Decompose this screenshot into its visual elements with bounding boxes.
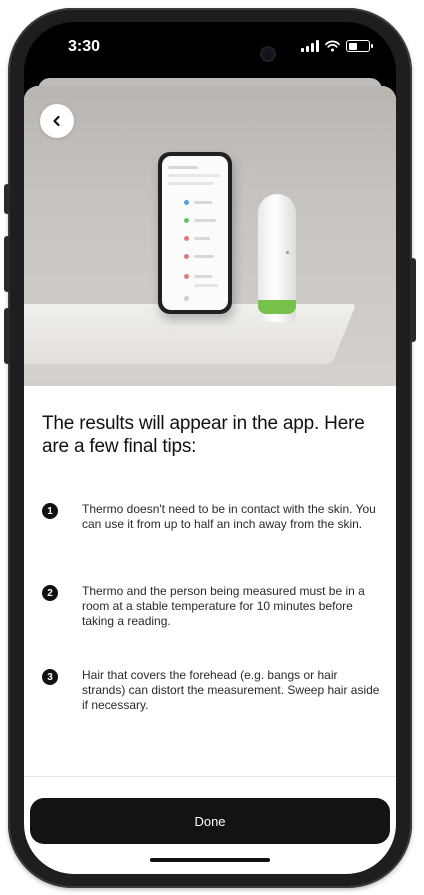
volume-up-button bbox=[4, 236, 10, 292]
mute-switch bbox=[4, 184, 10, 214]
thermo-green-ring bbox=[258, 300, 296, 314]
tip-number-badge: 3 bbox=[42, 669, 58, 685]
footer-divider bbox=[24, 776, 396, 777]
phone-screen: 3:30 The results will appear in the app.… bbox=[24, 22, 396, 874]
status-icons bbox=[301, 40, 373, 52]
app-phone-illustration bbox=[158, 152, 232, 314]
hero-image bbox=[24, 86, 396, 386]
thermo-led bbox=[286, 251, 289, 254]
app-screen-illustration bbox=[162, 156, 228, 310]
done-button[interactable]: Done bbox=[30, 798, 390, 844]
phone-frame: 3:30 The results will appear in the app.… bbox=[4, 8, 416, 888]
tip-number-badge: 2 bbox=[42, 585, 58, 601]
page-title: The results will appear in the app. Here… bbox=[42, 413, 365, 457]
tip-text: Hair that covers the forehead (e.g. bang… bbox=[82, 668, 380, 712]
chevron-left-icon bbox=[53, 115, 60, 127]
tip-text: Thermo doesn't need to be in contact wit… bbox=[82, 502, 376, 531]
status-time: 3:30 bbox=[68, 38, 101, 55]
signal-icon bbox=[301, 40, 319, 52]
battery-icon bbox=[346, 40, 373, 52]
front-camera bbox=[262, 48, 274, 60]
tip-item: 3 Hair that covers the forehead (e.g. ba… bbox=[42, 668, 382, 713]
tip-text: Thermo and the person being measured mus… bbox=[82, 584, 365, 628]
home-indicator[interactable] bbox=[150, 858, 270, 862]
power-button bbox=[410, 258, 416, 342]
tip-item: 1 Thermo doesn't need to be in contact w… bbox=[42, 502, 382, 532]
status-bar: 3:30 bbox=[24, 22, 396, 80]
back-button[interactable] bbox=[40, 104, 74, 138]
tip-number-badge: 1 bbox=[42, 503, 58, 519]
tips-sheet: The results will appear in the app. Here… bbox=[24, 86, 396, 874]
volume-down-button bbox=[4, 308, 10, 364]
wifi-icon bbox=[325, 40, 340, 52]
tip-item: 2 Thermo and the person being measured m… bbox=[42, 584, 382, 629]
